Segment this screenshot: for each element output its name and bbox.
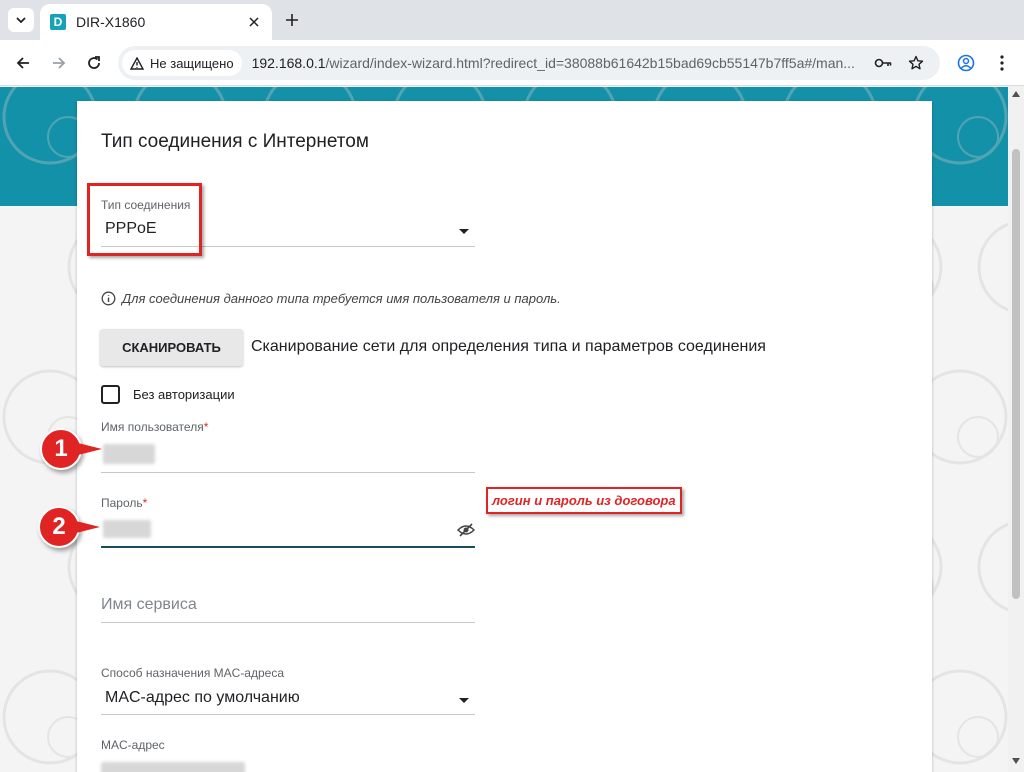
- marker-2-pointer: [76, 521, 100, 533]
- profile-icon[interactable]: [955, 52, 977, 74]
- service-name-input[interactable]: Имя сервиса: [101, 596, 197, 614]
- no-auth-label: Без авторизации: [133, 387, 235, 402]
- required-mark: *: [203, 420, 209, 434]
- chevron-down-icon: [16, 17, 26, 23]
- wizard-card: Тип соединения с Интернетом Тип соединен…: [77, 101, 932, 772]
- url-host: 192.168.0.1: [251, 55, 326, 71]
- scroll-down-arrow-icon[interactable]: [1011, 758, 1021, 768]
- password-value-blurred[interactable]: [103, 520, 151, 538]
- username-value-blurred[interactable]: [103, 444, 155, 464]
- page-scrollbar[interactable]: [1008, 87, 1024, 772]
- dlink-favicon-icon: D: [50, 14, 66, 30]
- info-hint: Для соединения данного типа требуется им…: [101, 291, 561, 306]
- scan-button[interactable]: СКАНИРОВАТЬ: [100, 329, 243, 366]
- tab-search-button[interactable]: [8, 8, 34, 32]
- watermark-circle: [977, 522, 1008, 612]
- scroll-up-arrow-icon[interactable]: [1011, 91, 1021, 101]
- mac-method-label: Способ назначения MAC-адреса: [101, 666, 285, 680]
- service-name-underline: [101, 622, 475, 623]
- mac-method-underline: [101, 714, 475, 715]
- warning-triangle-icon: [130, 56, 144, 70]
- username-underline: [101, 472, 475, 473]
- security-chip[interactable]: Не защищено: [122, 50, 242, 76]
- security-label: Не защищено: [150, 55, 234, 71]
- password-label: Пароль*: [101, 496, 147, 510]
- url-text: 192.168.0.1/wizard/index-wizard.html?red…: [252, 55, 872, 71]
- new-tab-icon[interactable]: [282, 10, 302, 30]
- bookmark-star-icon[interactable]: [907, 54, 925, 72]
- eye-slash-icon[interactable]: [456, 523, 476, 537]
- no-auth-checkbox[interactable]: [101, 385, 120, 404]
- watermark-circle: [957, 716, 999, 758]
- watermark-circle: [977, 222, 1008, 312]
- back-arrow-icon[interactable]: [12, 52, 34, 74]
- kebab-menu-icon[interactable]: [991, 52, 1013, 74]
- page-viewport: Тип соединения с Интернетом Тип соединен…: [0, 87, 1024, 772]
- password-underline: [101, 546, 475, 548]
- reload-icon[interactable]: [83, 52, 105, 74]
- info-icon: [101, 291, 116, 306]
- step-marker-1: 1: [40, 428, 82, 470]
- tab-title: DIR-X1860: [76, 14, 146, 30]
- url-path: /wizard/index-wizard.html?redirect_id=38…: [325, 55, 855, 71]
- mac-address-value-blurred[interactable]: [101, 762, 245, 772]
- close-tab-icon[interactable]: [246, 14, 262, 30]
- watermark-circle: [957, 416, 999, 458]
- forward-arrow-icon[interactable]: [48, 52, 70, 74]
- page-title: Тип соединения с Интернетом: [101, 131, 369, 152]
- dropdown-caret-icon[interactable]: [459, 229, 469, 234]
- password-label-text: Пароль: [101, 496, 143, 510]
- address-bar[interactable]: Не защищено 192.168.0.1/wizard/index-wiz…: [118, 46, 940, 80]
- username-label-text: Имя пользователя: [101, 420, 204, 434]
- info-hint-text: Для соединения данного типа требуется им…: [122, 291, 561, 306]
- scroll-thumb[interactable]: [1012, 149, 1020, 599]
- required-mark: *: [142, 496, 148, 510]
- tab-strip: D DIR-X1860: [0, 0, 1024, 40]
- browser-tab[interactable]: D DIR-X1860: [40, 4, 272, 40]
- scan-description: Сканирование сети для определения типа и…: [251, 338, 766, 355]
- mac-method-value[interactable]: MAC-адрес по умолчанию: [105, 689, 300, 707]
- mac-address-label: MAC-адрес: [101, 738, 165, 752]
- browser-toolbar: Не защищено 192.168.0.1/wizard/index-wiz…: [0, 40, 1024, 86]
- username-label: Имя пользователя*: [101, 420, 208, 434]
- marker-1-pointer: [78, 443, 102, 455]
- highlight-connection-type: [87, 183, 202, 256]
- annotation-note: логин и пароль из договора: [486, 487, 682, 514]
- dropdown-caret-icon[interactable]: [459, 698, 469, 703]
- step-marker-2: 2: [38, 506, 80, 548]
- key-icon[interactable]: [874, 54, 892, 72]
